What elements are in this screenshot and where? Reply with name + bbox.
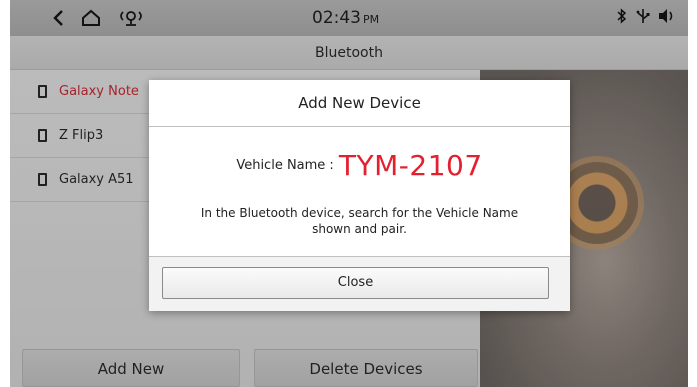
usb-icon — [636, 8, 650, 28]
bluetooth-icon — [616, 8, 628, 28]
dialog-body: Vehicle Name : TYM-2107 In the Bluetooth… — [149, 127, 570, 256]
dialog-footer: Close — [149, 256, 570, 311]
add-device-dialog: Add New Device Vehicle Name : TYM-2107 I… — [149, 80, 570, 311]
vehicle-name-line: Vehicle Name : TYM-2107 — [149, 149, 570, 182]
vehicle-name-value: TYM-2107 — [338, 149, 483, 182]
head-unit-screen: 02:43 PM Bluetooth Galaxy Note Z Flip3 G… — [10, 0, 688, 387]
screen-frame: 02:43 PM Bluetooth Galaxy Note Z Flip3 G… — [0, 0, 697, 387]
vehicle-name-label: Vehicle Name : — [236, 158, 334, 173]
status-icons — [616, 6, 676, 30]
time-text: 02:43 — [312, 8, 361, 28]
back-icon[interactable] — [48, 6, 68, 30]
status-bar: 02:43 PM — [10, 0, 688, 36]
page-title: Bluetooth — [10, 36, 688, 70]
clock: 02:43 PM — [312, 6, 379, 30]
dialog-message: In the Bluetooth device, search for the … — [200, 206, 519, 236]
close-button[interactable]: Close — [162, 267, 549, 299]
dialog-title: Add New Device — [149, 80, 570, 127]
volume-icon — [658, 8, 676, 28]
location-signal-icon — [116, 6, 146, 30]
ampm-text: PM — [363, 13, 380, 26]
home-icon[interactable] — [78, 6, 104, 30]
